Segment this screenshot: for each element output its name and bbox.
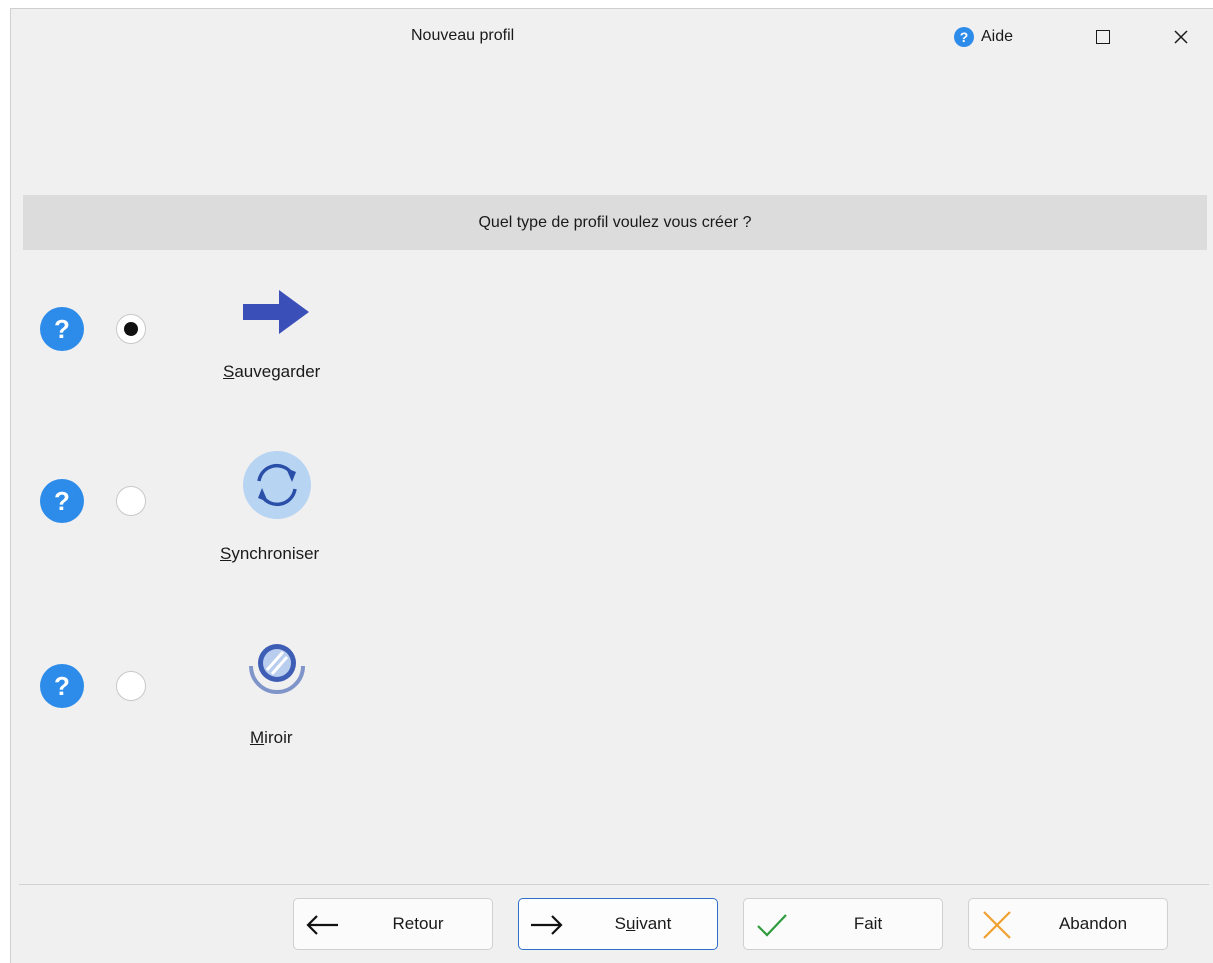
arrow-right-icon: [243, 290, 309, 334]
option-mirror: ? Miroir: [11, 636, 411, 756]
backup-radio[interactable]: [116, 314, 146, 344]
cross-icon: [983, 911, 1011, 939]
footer-separator: [19, 884, 1209, 885]
window-title: Nouveau profil: [411, 27, 515, 44]
maximize-button[interactable]: [1087, 23, 1119, 51]
title-bar: Nouveau profil ? Aide: [11, 9, 1213, 63]
question-banner: Quel type de profil voulez vous créer ?: [23, 195, 1207, 250]
back-button-label: Retour: [392, 914, 444, 933]
synchronize-help-icon[interactable]: ?: [40, 479, 84, 523]
checkmark-icon: [757, 914, 787, 937]
option-backup: ? Sauvegarder: [11, 284, 411, 404]
maximize-icon: [1096, 30, 1110, 44]
mirror-help-icon[interactable]: ?: [40, 664, 84, 708]
close-button[interactable]: [1165, 23, 1197, 51]
arrow-left-icon: [306, 915, 338, 935]
next-button[interactable]: Su ivant: [518, 898, 718, 950]
cancel-button[interactable]: Abandon: [968, 898, 1168, 950]
arrow-right-icon: [531, 915, 563, 935]
done-button-label: Fait: [853, 914, 883, 933]
synchronize-label[interactable]: Synchroniser: [220, 544, 319, 564]
sync-icon: [243, 451, 311, 519]
done-button[interactable]: Fait: [743, 898, 943, 950]
close-icon: [1174, 30, 1188, 44]
radio-selected-dot: [124, 322, 138, 336]
help-icon: ?: [954, 27, 974, 47]
mirror-label[interactable]: Miroir: [250, 728, 293, 748]
synchronize-radio[interactable]: [116, 486, 146, 516]
mirror-icon: [249, 644, 305, 694]
help-button-label: Aide: [981, 28, 1014, 45]
mirror-radio[interactable]: [116, 671, 146, 701]
backup-label[interactable]: Sauvegarder: [223, 362, 320, 382]
question-text: Quel type de profil voulez vous créer ?: [478, 213, 752, 231]
option-synchronize: ? Synchroniser: [11, 449, 411, 569]
back-button[interactable]: Retour: [293, 898, 493, 950]
help-button[interactable]: ? Aide: [954, 25, 1013, 49]
new-profile-dialog: Nouveau profil ? Aide Quel type de profi…: [10, 8, 1213, 963]
next-button-label: Su ivant: [614, 914, 672, 933]
backup-help-icon[interactable]: ?: [40, 307, 84, 351]
cancel-button-label: Abandon: [1058, 914, 1128, 933]
